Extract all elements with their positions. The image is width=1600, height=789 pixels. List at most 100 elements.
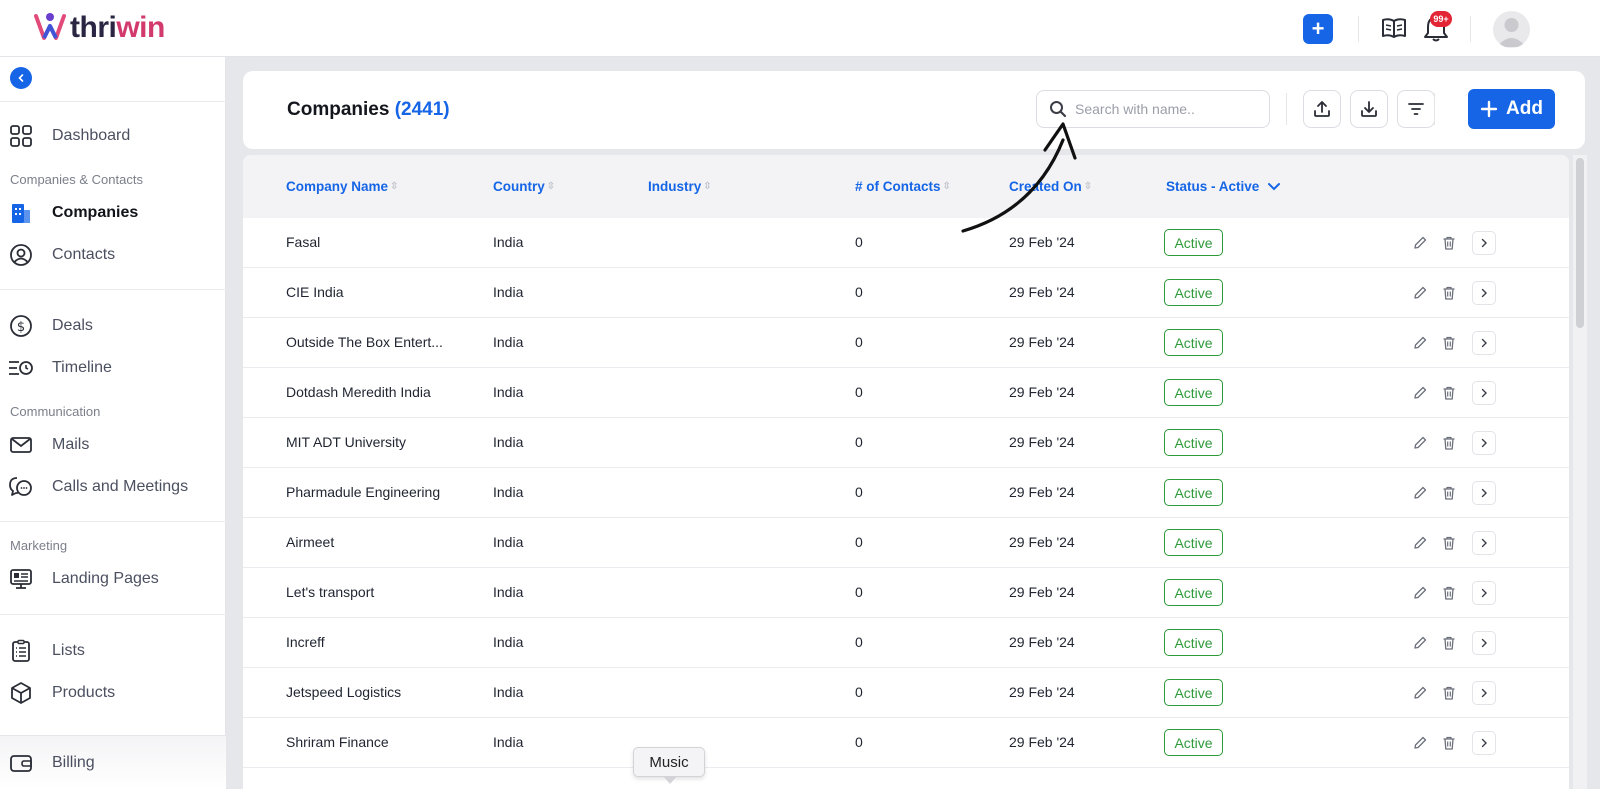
list-icon — [8, 638, 34, 664]
filter-icon — [1408, 103, 1424, 115]
edit-icon[interactable] — [1408, 631, 1432, 655]
tooltip-tail — [663, 776, 677, 784]
trash-icon[interactable] — [1437, 431, 1461, 455]
status-badge: Active — [1164, 479, 1223, 506]
chevron-right-icon[interactable] — [1472, 631, 1496, 655]
edit-icon[interactable] — [1408, 431, 1432, 455]
sidebar-item-mails[interactable]: Mails — [0, 426, 226, 464]
edit-icon[interactable] — [1408, 731, 1432, 755]
table-row[interactable]: Dotdash Meredith India India 0 29 Feb '24 Ac… — [243, 368, 1569, 418]
chevron-right-icon[interactable] — [1472, 581, 1496, 605]
sidebar-item-label: Lists — [52, 642, 85, 659]
chevron-right-icon[interactable] — [1472, 531, 1496, 555]
collapse-sidebar-button[interactable] — [10, 67, 32, 89]
filter-button[interactable] — [1397, 90, 1435, 128]
sidebar-item-contacts[interactable]: Contacts — [0, 236, 226, 274]
trash-icon[interactable] — [1437, 531, 1461, 555]
trash-icon[interactable] — [1437, 631, 1461, 655]
svg-text:$: $ — [17, 320, 25, 335]
cell-country: India — [493, 484, 524, 500]
table-row[interactable]: Shriram Finance India 0 29 Feb '24 Active — [243, 718, 1569, 768]
edit-icon[interactable] — [1408, 531, 1432, 555]
trash-icon[interactable] — [1437, 481, 1461, 505]
edit-icon[interactable] — [1408, 231, 1432, 255]
edit-icon[interactable] — [1408, 281, 1432, 305]
sidebar-item-label: Landing Pages — [52, 570, 159, 587]
chevron-right-icon[interactable] — [1472, 381, 1496, 405]
trash-icon[interactable] — [1437, 281, 1461, 305]
cell-country: India — [493, 234, 524, 250]
cell-created-on: 29 Feb '24 — [1009, 434, 1075, 450]
chevron-right-icon[interactable] — [1472, 681, 1496, 705]
logo-text: thriwin — [70, 11, 165, 44]
table-row[interactable]: Fasal India 0 29 Feb '24 Active — [243, 218, 1569, 268]
sort-icon: ⇳ — [942, 181, 951, 192]
cell-company-name: Outside The Box Entert... — [286, 334, 443, 350]
table-header: Company Name ⇳ Country ⇳ Industry ⇳ # of Co… — [243, 155, 1569, 218]
table-row[interactable]: Airmeet India 0 29 Feb '24 Active — [243, 518, 1569, 568]
sidebar-item-companies[interactable]: Companies — [0, 194, 226, 232]
mail-icon — [8, 432, 34, 458]
chevron-right-icon[interactable] — [1472, 281, 1496, 305]
upload-button[interactable] — [1303, 90, 1341, 128]
column-header-industry[interactable]: Industry ⇳ — [648, 179, 712, 194]
edit-icon[interactable] — [1408, 581, 1432, 605]
column-header-company-name[interactable]: Company Name ⇳ — [286, 179, 398, 194]
column-header-status[interactable]: Status - Active — [1166, 179, 1281, 194]
trash-icon[interactable] — [1437, 681, 1461, 705]
download-button[interactable] — [1350, 90, 1388, 128]
sidebar-item-timeline[interactable]: Timeline — [0, 349, 226, 387]
thriwin-logo[interactable]: thriwin — [32, 10, 165, 46]
trash-icon[interactable] — [1437, 731, 1461, 755]
sidebar-item-billing[interactable]: Billing — [0, 744, 226, 782]
chevron-right-icon[interactable] — [1472, 731, 1496, 755]
table-row[interactable]: Jetspeed Logistics India 0 29 Feb '24 Active — [243, 668, 1569, 718]
table-row[interactable]: Let's transport India 0 29 Feb '24 Active — [243, 568, 1569, 618]
trash-icon[interactable] — [1437, 231, 1461, 255]
column-header-country[interactable]: Country ⇳ — [493, 179, 555, 194]
building-icon — [8, 200, 34, 226]
tooltip: Music — [633, 747, 705, 777]
logo-mark-icon — [34, 13, 66, 40]
chevron-right-icon[interactable] — [1472, 231, 1496, 255]
table-row[interactable]: CIE India India 0 29 Feb '24 Active — [243, 268, 1569, 318]
divider — [1286, 93, 1287, 125]
sort-icon: ⇳ — [390, 181, 399, 192]
cell-created-on: 29 Feb '24 — [1009, 534, 1075, 550]
sidebar-item-calls-meetings[interactable]: Calls and Meetings — [0, 468, 226, 506]
trash-icon[interactable] — [1437, 331, 1461, 355]
cell-created-on: 29 Feb '24 — [1009, 334, 1075, 350]
chevron-right-icon[interactable] — [1472, 481, 1496, 505]
cell-country: India — [493, 684, 524, 700]
sidebar-item-deals[interactable]: $ Deals — [0, 307, 226, 345]
column-header-contacts[interactable]: # of Contacts ⇳ — [855, 179, 951, 194]
cell-company-name: Shriram Finance — [286, 734, 389, 750]
sidebar-item-dashboard[interactable]: Dashboard — [0, 117, 226, 155]
chevron-right-icon[interactable] — [1472, 431, 1496, 455]
page-title: Companies (2441) — [287, 99, 450, 120]
trash-icon[interactable] — [1437, 381, 1461, 405]
table-row[interactable]: Outside The Box Entert... India 0 29 Feb '2… — [243, 318, 1569, 368]
sidebar-item-products[interactable]: Products — [0, 674, 226, 712]
edit-icon[interactable] — [1408, 481, 1432, 505]
table-row[interactable]: Increff India 0 29 Feb '24 Active — [243, 618, 1569, 668]
table-row[interactable]: Pharmadule Engineering India 0 29 Feb '24 Ac… — [243, 468, 1569, 518]
user-avatar[interactable] — [1493, 11, 1530, 48]
edit-icon[interactable] — [1408, 331, 1432, 355]
companies-count: (2441) — [394, 99, 450, 120]
box-icon — [8, 680, 34, 706]
sidebar-item-landing-pages[interactable]: Landing Pages — [0, 560, 226, 598]
add-company-button[interactable]: Add — [1468, 89, 1555, 129]
quick-add-button[interactable]: + — [1303, 14, 1333, 44]
dashboard-grid-icon — [8, 123, 34, 149]
edit-icon[interactable] — [1408, 381, 1432, 405]
sidebar-item-label: Companies — [52, 204, 139, 221]
edit-icon[interactable] — [1408, 681, 1432, 705]
sidebar-item-lists[interactable]: Lists — [0, 632, 226, 670]
book-icon[interactable] — [1380, 14, 1408, 42]
scrollbar-thumb[interactable] — [1576, 158, 1584, 328]
trash-icon[interactable] — [1437, 581, 1461, 605]
cell-company-name: Fasal — [286, 234, 321, 250]
table-row[interactable]: MIT ADT University India 0 29 Feb '24 Active — [243, 418, 1569, 468]
chevron-right-icon[interactable] — [1472, 331, 1496, 355]
